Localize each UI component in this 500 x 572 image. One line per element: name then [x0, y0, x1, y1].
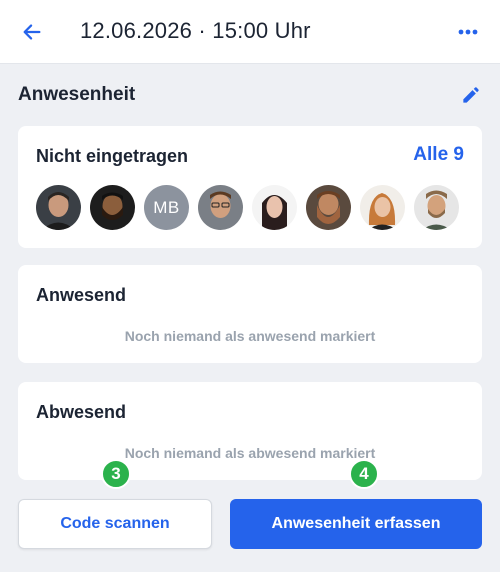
avatar[interactable] — [306, 185, 351, 230]
avatar[interactable] — [252, 185, 297, 230]
absent-title: Abwesend — [36, 402, 127, 422]
present-card: Anwesend Noch niemand als anwesend marki… — [18, 265, 482, 363]
arrow-left-icon — [23, 24, 41, 40]
absent-empty-message: Noch niemand als abwesend markiert — [124, 445, 376, 461]
bottom-edge — [0, 566, 500, 572]
avatar[interactable] — [198, 185, 243, 230]
section-title: Anwesenheit — [18, 84, 136, 105]
avatar[interactable] — [36, 185, 81, 230]
not-registered-card: Nicht eingetragen Alle 9 MB — [18, 126, 482, 248]
avatar[interactable] — [360, 185, 405, 230]
not-registered-title: Nicht eingetragen — [36, 146, 189, 166]
pencil-icon — [463, 87, 479, 103]
absent-card: Abwesend Noch niemand als abwesend marki… — [18, 382, 482, 480]
top-app-bar: 12.06.2026 · 15:00 Uhr — [0, 0, 500, 64]
more-options-button[interactable] — [454, 20, 482, 44]
step-badge: 3 — [101, 459, 131, 489]
ellipsis-icon — [458, 29, 478, 35]
scan-code-button[interactable]: Code scannen — [18, 499, 212, 549]
avatar[interactable]: MB — [144, 185, 189, 230]
avatar-list: MB — [36, 185, 459, 230]
present-title: Anwesend — [36, 285, 127, 305]
record-attendance-button[interactable]: Anwesenheit erfassen — [230, 499, 482, 549]
avatar[interactable] — [414, 185, 459, 230]
edit-button[interactable] — [458, 84, 482, 108]
step-badge: 4 — [349, 459, 379, 489]
present-empty-message: Noch niemand als anwesend markiert — [124, 328, 376, 344]
avatar[interactable] — [90, 185, 135, 230]
all-link[interactable]: Alle 9 — [413, 144, 464, 166]
page-title: 12.06.2026 · 15:00 Uhr — [80, 18, 311, 43]
avatar-initials: MB — [153, 197, 180, 217]
attendance-section-header: Anwesenheit — [18, 84, 482, 108]
back-button[interactable] — [18, 18, 46, 46]
